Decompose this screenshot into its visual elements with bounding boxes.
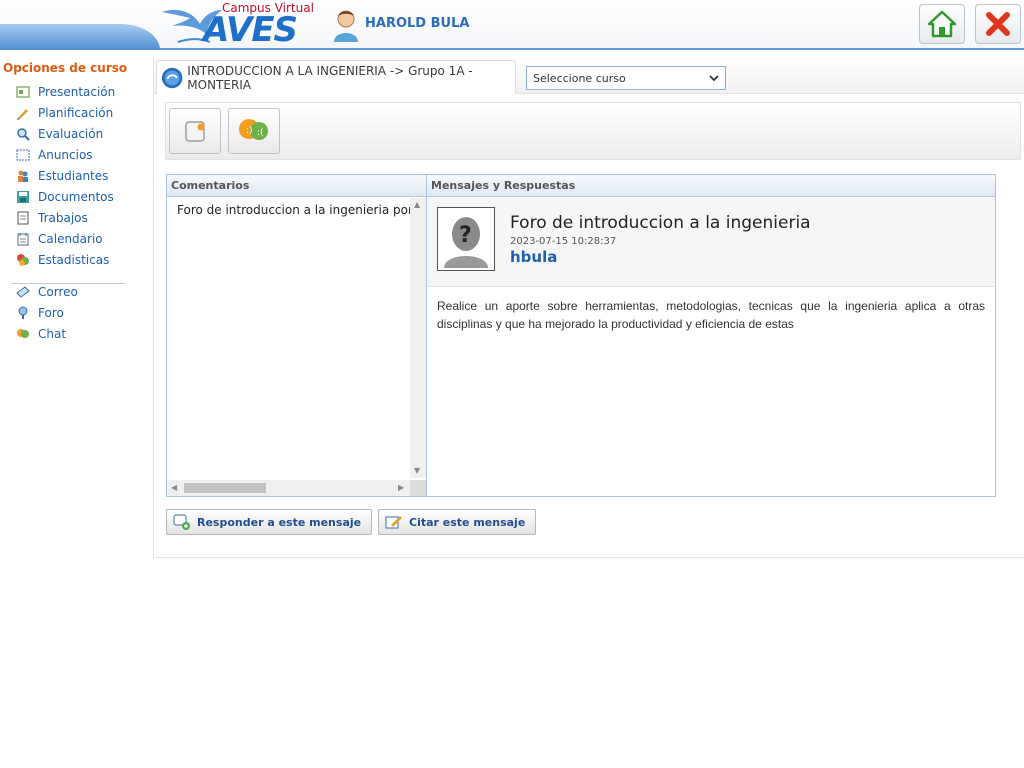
svg-text::): :) [246, 126, 253, 136]
sidebar-item-calendario[interactable]: Calendario [16, 230, 103, 248]
sidebar-item-correo[interactable]: Correo [16, 283, 78, 301]
sidebar-item-evaluacion[interactable]: Evaluación [16, 125, 103, 143]
sidebar-item-label: Evaluación [38, 127, 104, 141]
course-select-value: Seleccione curso [533, 71, 626, 85]
sidebar-item-label: Presentación [38, 85, 116, 99]
unknown-user-icon: ? [444, 217, 488, 268]
messages-panel: Mensajes y Respuestas ? Foro de introduc… [426, 174, 996, 497]
sidebar-item-documentos[interactable]: Documentos [16, 188, 114, 206]
course-bar: INTRODUCCION A LA INGENIERIA -> Grupo 1A… [154, 58, 1024, 94]
sidebar-item-estudiantes[interactable]: Estudiantes [16, 167, 108, 185]
sidebar-item-foro[interactable]: Foro [16, 304, 64, 322]
course-title: INTRODUCCION A LA INGENIERIA -> Grupo 1A… [187, 63, 473, 92]
messages-header: Mensajes y Respuestas [427, 175, 995, 197]
sidebar-item-label: Estudiantes [38, 169, 109, 183]
horizontal-scrollbar[interactable]: ◀ ▶ [167, 480, 410, 496]
course-select[interactable]: Seleccione curso [526, 66, 726, 90]
chevron-down-icon [709, 75, 719, 82]
message-header: ? Foro de introduccion a la ingenieria 2… [427, 197, 995, 287]
sidebar-item-label: Documentos [38, 190, 114, 204]
sidebar-item-label: Trabajos [38, 211, 88, 225]
scroll-right-icon[interactable]: ▶ [398, 483, 404, 492]
students-icon [18, 170, 28, 182]
user-name[interactable]: HAROLD BULA [365, 16, 469, 31]
sidebar-item-label: Foro [38, 306, 64, 320]
app-header: Campus Virtual AVES HAROLD BULA [0, 0, 1024, 50]
sidebar-item-planificacion[interactable]: Planificación [16, 104, 113, 122]
sidebar-item-anuncios[interactable]: Anuncios [16, 146, 93, 164]
assignments-icon [17, 211, 29, 225]
reply-button[interactable]: Responder a este mensaje [166, 509, 373, 535]
planning-icon [17, 109, 28, 120]
sidebar-item-label: Correo [38, 285, 78, 299]
message-title: Foro de introduccion a la ingenieria [510, 213, 811, 233]
sidebar-item-label: Calendario [38, 232, 103, 246]
scroll-left-icon[interactable]: ◀ [171, 483, 177, 492]
quote-icon [385, 516, 402, 529]
close-icon [986, 12, 1010, 36]
reply-icon [173, 514, 190, 530]
close-button[interactable] [975, 4, 1021, 44]
user-avatar-icon [334, 10, 358, 42]
forum-chat-button[interactable]: :) :( [228, 108, 280, 154]
sidebar-item-chat[interactable]: Chat [16, 325, 66, 343]
sidebar-item-label: Chat [38, 327, 67, 341]
main-content: INTRODUCCION A LA INGENIERIA -> Grupo 1A… [153, 58, 1024, 558]
message-date: 2023-07-15 10:28:37 [510, 236, 617, 247]
forum-icon [18, 306, 28, 319]
statistics-icon [17, 254, 29, 266]
svg-text:?: ? [459, 223, 472, 248]
comments-panel: Comentarios Foro de introduccion a la in… [166, 174, 427, 497]
comments-header: Comentarios [167, 175, 426, 197]
quote-button-label: Citar este mensaje [409, 515, 526, 529]
chat-icon [17, 329, 29, 338]
comment-title: Foro de introduccion a la ingenieria por… [177, 203, 410, 217]
vertical-scrollbar[interactable]: ▲ ▼ [410, 198, 426, 478]
home-button[interactable] [919, 4, 965, 44]
comment-tree-item[interactable]: Foro de introduccion a la ingenieria por… [172, 203, 410, 217]
sidebar-item-trabajos[interactable]: Trabajos [16, 209, 88, 227]
sidebar-item-presentacion[interactable]: Presentación [16, 83, 115, 101]
forum-chat-icon: :) :( [239, 119, 268, 140]
horizontal-scroll-thumb[interactable] [184, 483, 266, 493]
header-tab-decoration [0, 24, 160, 50]
scroll-corner [410, 480, 426, 496]
course-tab[interactable]: INTRODUCCION A LA INGENIERIA -> Grupo 1A… [156, 60, 516, 94]
sidebar-title: Opciones de curso [3, 61, 128, 75]
calendar-icon [17, 233, 29, 246]
evaluation-icon [17, 128, 30, 141]
quote-button[interactable]: Citar este mensaje [378, 509, 537, 535]
new-topic-icon [185, 121, 205, 142]
scroll-up-icon[interactable]: ▲ [414, 200, 420, 209]
documents-icon [17, 191, 29, 203]
sidebar-item-label: Estadisticas [38, 253, 110, 267]
sidebar-item-estadisticas[interactable]: Estadisticas [16, 251, 109, 269]
new-topic-button[interactable] [169, 108, 221, 154]
author-avatar: ? [437, 207, 495, 271]
sidebar-item-label: Anuncios [38, 148, 93, 162]
brand-aves-text: AVES [203, 10, 298, 50]
home-icon [927, 10, 957, 38]
scroll-down-icon[interactable]: ▼ [414, 466, 420, 475]
forum-toolbar: :) :( [165, 102, 1021, 160]
course-logo-icon [161, 67, 183, 88]
message-body: Realice un aporte sobre herramientas, me… [437, 299, 985, 331]
sidebar-item-label: Planificación [38, 106, 114, 120]
svg-text::(: :( [257, 128, 264, 138]
announcements-icon [16, 149, 30, 161]
message-author[interactable]: hbula [510, 248, 557, 266]
mail-icon [16, 286, 30, 298]
reply-button-label: Responder a este mensaje [197, 515, 362, 529]
presentation-icon [16, 86, 30, 98]
